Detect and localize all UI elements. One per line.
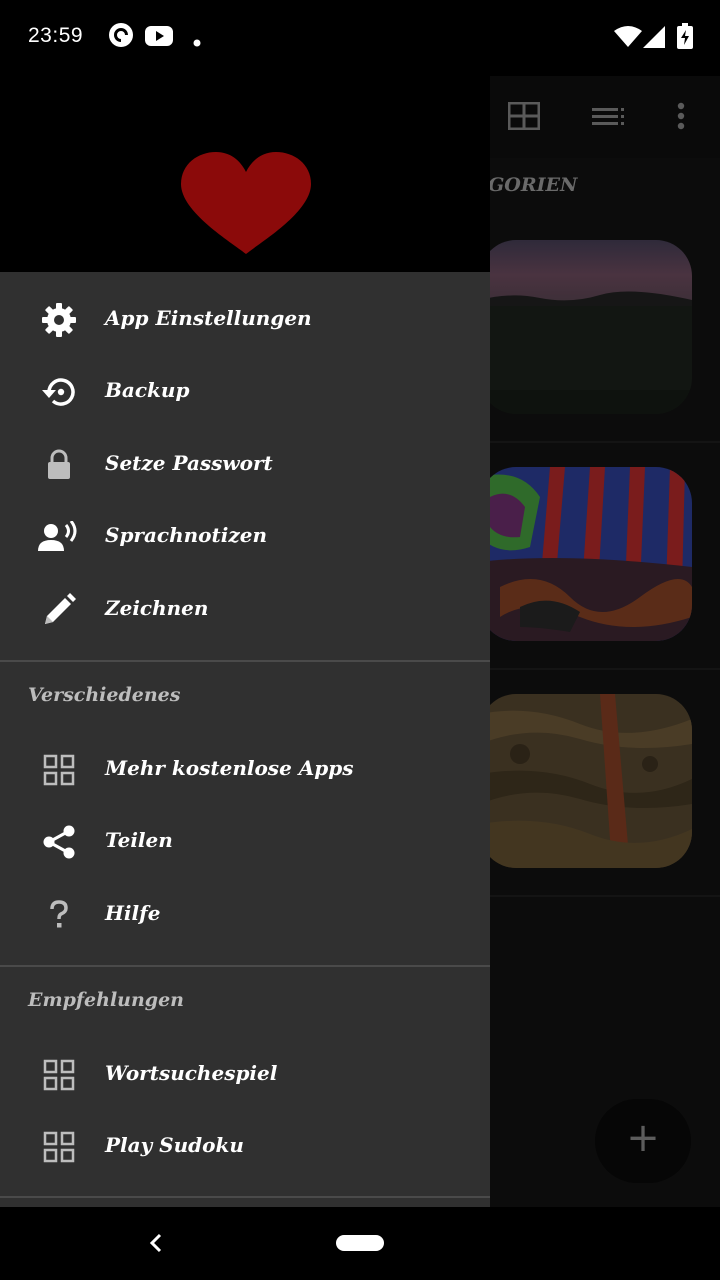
backup-restore-icon bbox=[38, 372, 80, 412]
grid-view-icon bbox=[507, 101, 541, 134]
voice-person-icon bbox=[38, 517, 80, 557]
share-icon bbox=[38, 822, 80, 862]
add-fab-button: + bbox=[595, 1099, 691, 1183]
apps-grid-icon bbox=[38, 750, 80, 790]
wifi-icon bbox=[614, 26, 642, 52]
battery-icon bbox=[677, 23, 693, 53]
menu-item-more-free-apps[interactable]: Mehr kostenlose Apps bbox=[0, 734, 490, 806]
home-pill-icon[interactable] bbox=[336, 1235, 384, 1251]
section-divider bbox=[0, 660, 490, 662]
misc-section-header: Verschiedenes bbox=[28, 684, 181, 706]
heart-icon bbox=[176, 150, 316, 260]
menu-item-label: Zeichnen bbox=[105, 596, 209, 620]
help-icon bbox=[38, 895, 80, 935]
settings-icon bbox=[38, 300, 80, 340]
pocketcasts-icon bbox=[108, 22, 134, 52]
system-nav-bar bbox=[0, 1207, 720, 1280]
menu-item-play-sudoku[interactable]: Play Sudoku bbox=[0, 1111, 490, 1183]
dot-icon bbox=[193, 32, 201, 51]
back-icon[interactable] bbox=[140, 1223, 172, 1263]
section-divider bbox=[0, 1196, 490, 1198]
pencil-icon bbox=[38, 590, 80, 630]
menu-item-label: Play Sudoku bbox=[105, 1133, 244, 1157]
menu-item-label: Sprachnotizen bbox=[105, 523, 267, 547]
status-bar: 23:59 bbox=[0, 0, 720, 76]
more-vert-icon bbox=[677, 102, 685, 134]
apps-grid-icon bbox=[38, 1127, 80, 1167]
menu-item-set-password[interactable]: Setze Passwort bbox=[0, 429, 490, 501]
status-time: 23:59 bbox=[28, 24, 84, 47]
menu-item-backup[interactable]: Backup bbox=[0, 356, 490, 428]
menu-item-label: App Einstellungen bbox=[105, 306, 312, 330]
youtube-icon bbox=[145, 26, 173, 50]
tree-bark-thumbnail bbox=[480, 694, 692, 868]
drawer-header bbox=[0, 76, 490, 272]
menu-item-help[interactable]: Hilfe bbox=[0, 879, 490, 951]
menu-item-app-settings[interactable]: App Einstellungen bbox=[0, 284, 490, 356]
menu-item-label: Wortsuchespiel bbox=[105, 1061, 278, 1085]
add-icon: + bbox=[626, 1115, 660, 1161]
signal-icon bbox=[643, 26, 665, 52]
section-divider bbox=[0, 965, 490, 967]
menu-item-voice-notes[interactable]: Sprachnotizen bbox=[0, 501, 490, 573]
list-view-icon bbox=[592, 108, 624, 130]
graffiti-thumbnail bbox=[480, 467, 692, 641]
recommendations-section-header: Empfehlungen bbox=[28, 989, 184, 1011]
menu-item-share[interactable]: Teilen bbox=[0, 806, 490, 878]
menu-item-label: Hilfe bbox=[105, 901, 161, 925]
menu-item-label: Setze Passwort bbox=[105, 451, 273, 475]
menu-item-word-search-game[interactable]: Wortsuchespiel bbox=[0, 1039, 490, 1111]
menu-item-label: Backup bbox=[105, 378, 190, 402]
sunset-field-thumbnail bbox=[480, 240, 692, 414]
menu-item-label: Mehr kostenlose Apps bbox=[105, 756, 354, 780]
menu-item-label: Teilen bbox=[105, 828, 173, 852]
apps-grid-icon bbox=[38, 1055, 80, 1095]
lock-icon bbox=[38, 445, 80, 485]
menu-item-draw[interactable]: Zeichnen bbox=[0, 574, 490, 646]
navigation-drawer: App Einstellungen Backup Setze Passwort bbox=[0, 76, 490, 1207]
